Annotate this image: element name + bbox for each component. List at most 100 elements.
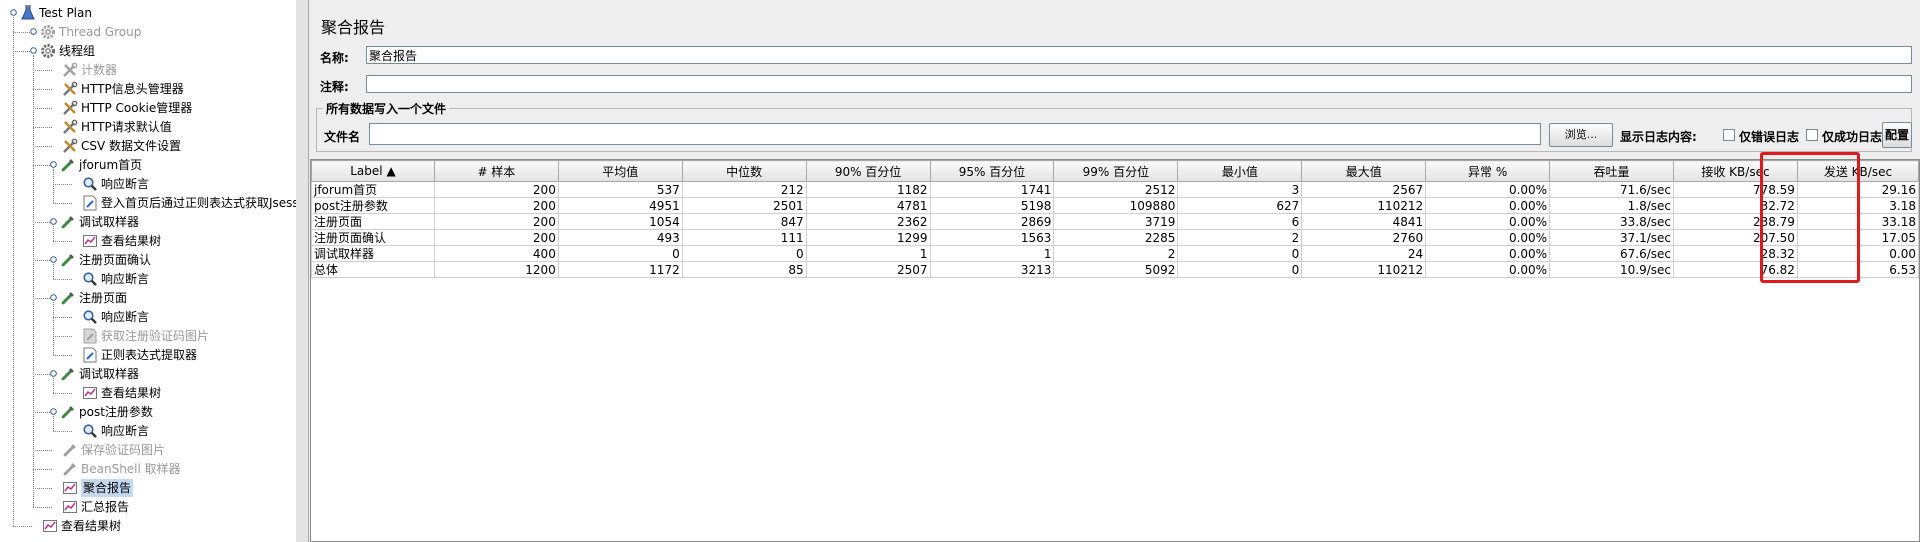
table-cell: 5198: [929, 197, 1055, 214]
browse-button[interactable]: 浏览...: [1549, 123, 1613, 147]
table-row[interactable]: 注册页面 200 1054 847 2362 2869 3719 6 4841 0.00% 33.8…: [311, 213, 1920, 230]
tree-node[interactable]: HTTP信息头管理器: [50, 80, 296, 98]
tree-toggle-icon[interactable]: [50, 370, 57, 377]
tree-node[interactable]: 调试取样器: [50, 365, 296, 383]
column-header[interactable]: 99% 百分位: [1053, 160, 1179, 182]
tree-node[interactable]: post注册参数: [50, 403, 296, 421]
column-header[interactable]: 接收 KB/sec: [1673, 160, 1798, 182]
tree-node[interactable]: 保存验证码图片: [50, 441, 296, 459]
column-header[interactable]: 最大值: [1301, 160, 1427, 182]
tree-node[interactable]: 响应断言: [70, 270, 296, 288]
name-input[interactable]: [366, 46, 1912, 64]
tree-toggle-icon[interactable]: [30, 47, 37, 54]
tree-node[interactable]: HTTP Cookie管理器: [50, 99, 296, 117]
column-header[interactable]: 发送 KB/sec: [1796, 160, 1920, 182]
tree-node[interactable]: 响应断言: [70, 422, 296, 440]
tree-node[interactable]: 查看结果树: [70, 384, 296, 402]
table-cell: 2285: [1053, 229, 1179, 246]
table-cell: 4781: [805, 197, 931, 214]
table-row[interactable]: 总体 1200 1172 85 2507 3213 5092 0 110212 0.00% 10.9…: [311, 261, 1920, 278]
tree-node-label: 登入首页后通过正则表达式获取Jsessionid: [101, 196, 296, 210]
tree-connector: [33, 55, 34, 507]
tree-node[interactable]: CSV 数据文件设置: [50, 137, 296, 155]
tree-connector: [13, 17, 14, 526]
table-cell: 注册页面: [311, 213, 435, 230]
tree-node[interactable]: BeanShell 取样器: [50, 460, 296, 478]
table-row[interactable]: 调试取样器 400 0 0 1 1 2 0 24 0.00% 67.6/sec 28.32 0.00: [311, 245, 1920, 262]
table-cell: 10.9/sec: [1549, 261, 1674, 278]
configure-button[interactable]: 配置: [1882, 122, 1912, 148]
magnifier-icon: [82, 176, 98, 192]
errors-only-checkbox[interactable]: [1723, 129, 1735, 141]
gear-icon: [40, 24, 56, 40]
panel-splitter[interactable]: [296, 0, 309, 542]
table-cell: 2: [1053, 245, 1179, 262]
table-row[interactable]: 注册页面确认 200 493 111 1299 1563 2285 2 2760 0.00% 37.…: [311, 229, 1920, 246]
table-cell: 0.00: [1796, 245, 1920, 262]
tree-node[interactable]: 聚合报告: [50, 479, 296, 497]
comment-input[interactable]: [366, 75, 1912, 93]
tree-toggle-icon[interactable]: [50, 408, 57, 415]
tree-node[interactable]: HTTP请求默认值: [50, 118, 296, 136]
column-header[interactable]: 异常 %: [1425, 160, 1551, 182]
table-row[interactable]: jforum首页 200 537 212 1182 1741 2512 3 2567 0.00% 7…: [311, 181, 1920, 198]
tree-node-label: 响应断言: [101, 272, 150, 286]
tree-node[interactable]: 调试取样器: [50, 213, 296, 231]
table-row[interactable]: post注册参数 200 4951 2501 4781 5198 109880 627 1102…: [311, 197, 1920, 214]
tree-node[interactable]: jforum首页: [50, 156, 296, 174]
tree-node[interactable]: Test Plan: [10, 4, 296, 22]
aggregate-table-area[interactable]: Label ▲ # 样本 平均值 中位数 90% 百分位 95% 百分位 99% 百分位 最小…: [310, 159, 1920, 542]
table-cell: 0.00%: [1425, 197, 1551, 214]
tree-toggle-icon[interactable]: [30, 28, 37, 35]
tree-node-label: post注册参数: [79, 405, 153, 419]
column-header[interactable]: Label ▲: [311, 160, 435, 182]
table-cell: 627: [1177, 197, 1303, 214]
tree-node-label: 获取注册验证码图片: [101, 329, 210, 343]
table-cell: 1741: [929, 181, 1055, 198]
tree-node[interactable]: 计数器: [50, 61, 296, 79]
sampler-pipette-icon: [62, 461, 78, 477]
tree-node[interactable]: 响应断言: [70, 175, 296, 193]
tree-node[interactable]: 查看结果树: [30, 517, 296, 535]
tree-toggle-icon[interactable]: [10, 9, 17, 16]
tree-node[interactable]: Thread Group: [30, 23, 296, 41]
table-cell: 76.82: [1673, 261, 1798, 278]
tree-connector: [53, 302, 54, 355]
table-cell: 3719: [1053, 213, 1179, 230]
column-header[interactable]: 中位数: [681, 160, 807, 182]
tree-node[interactable]: 注册页面确认: [50, 251, 296, 269]
tree-toggle-icon[interactable]: [50, 256, 57, 263]
column-header[interactable]: 平均值: [557, 160, 683, 182]
table-cell: 1: [929, 245, 1055, 262]
test-plan-tree[interactable]: Test Plan Thread Group 线程组 计数器 HTTP信息头管理器 HTT…: [0, 0, 297, 542]
tree-toggle-icon[interactable]: [50, 161, 57, 168]
table-cell: 67.6/sec: [1549, 245, 1674, 262]
tree-node[interactable]: 查看结果树: [70, 232, 296, 250]
tree-node[interactable]: 响应断言: [70, 308, 296, 326]
table-cell: 0.00%: [1425, 229, 1551, 246]
table-cell: 调试取样器: [311, 245, 435, 262]
file-group-title: 所有数据写入一个文件: [323, 100, 450, 117]
table-cell: 0.00%: [1425, 245, 1551, 262]
log-display-label: 显示日志内容:: [1620, 130, 1697, 144]
tree-node[interactable]: 正则表达式提取器: [70, 346, 296, 364]
tree-node[interactable]: 登入首页后通过正则表达式获取Jsessionid: [70, 194, 296, 212]
filename-input[interactable]: [369, 123, 1541, 145]
tree-toggle-icon[interactable]: [50, 294, 57, 301]
column-header[interactable]: 吞吐量: [1549, 160, 1674, 182]
tree-toggle-icon[interactable]: [50, 218, 57, 225]
tree-node[interactable]: 汇总报告: [50, 498, 296, 516]
tree-node[interactable]: 线程组: [30, 42, 296, 60]
sampler-pipette-icon: [60, 366, 76, 382]
column-header[interactable]: # 样本: [433, 160, 559, 182]
tree-node[interactable]: 注册页面: [50, 289, 296, 307]
column-header[interactable]: 95% 百分位: [929, 160, 1055, 182]
column-header[interactable]: 最小值: [1177, 160, 1303, 182]
tree-node-label: 线程组: [59, 44, 96, 58]
column-header[interactable]: 90% 百分位: [805, 160, 931, 182]
table-cell: 0: [557, 245, 683, 262]
tree-node[interactable]: 获取注册验证码图片: [70, 327, 296, 345]
table-cell: 37.1/sec: [1549, 229, 1674, 246]
success-only-checkbox[interactable]: [1806, 129, 1818, 141]
magnifier-icon: [82, 309, 98, 325]
